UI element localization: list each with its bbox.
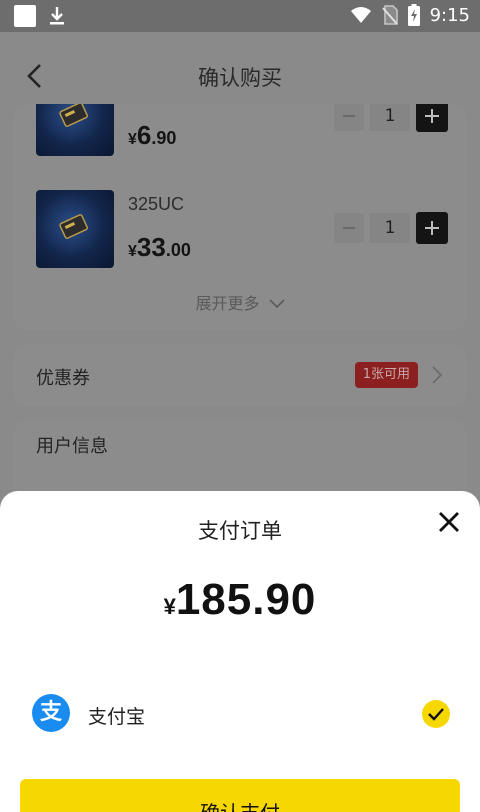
- quantity-value[interactable]: 1: [370, 104, 410, 131]
- coupon-row[interactable]: 优惠券 1张可用: [14, 344, 466, 406]
- uc-cards-icon: [59, 104, 89, 127]
- download-icon: [50, 7, 64, 25]
- chevron-right-icon: [432, 366, 442, 384]
- uc-cards-icon: [59, 214, 89, 239]
- product-item: ¥6.90 1: [36, 104, 448, 158]
- product-name: 325UC: [128, 194, 185, 214]
- decrease-quantity-button[interactable]: [334, 213, 364, 243]
- battery-charging-icon: [407, 4, 420, 26]
- payment-method-alipay[interactable]: 支 支付宝: [32, 694, 450, 734]
- product-list-card: ¥6.90 1 325UC ¥33.00 1 展开更多: [14, 104, 466, 330]
- increase-quantity-button[interactable]: [416, 104, 448, 132]
- payment-bottom-sheet: 支付订单 ¥185.90 支 支付宝 确认支付: [0, 491, 480, 812]
- coupon-available-badge: 1张可用: [354, 362, 418, 388]
- sheet-title: 支付订单: [198, 519, 282, 543]
- confirm-payment-button[interactable]: 确认支付: [20, 779, 460, 812]
- chevron-down-icon: [268, 299, 285, 309]
- page-title: 确认购买: [198, 66, 282, 90]
- payment-method-label: 支付宝: [88, 706, 146, 728]
- close-icon[interactable]: [438, 511, 460, 533]
- quantity-stepper: 1: [334, 104, 448, 132]
- alipay-icon: 支: [32, 694, 70, 732]
- decrease-quantity-button[interactable]: [334, 104, 364, 131]
- clock: 9:15: [429, 4, 470, 26]
- wifi-icon: [350, 7, 371, 23]
- product-price: ¥6.90: [128, 120, 177, 150]
- increase-quantity-button[interactable]: [416, 212, 448, 244]
- coupon-label: 优惠券: [36, 368, 90, 389]
- product-thumbnail: [36, 104, 114, 156]
- product-price: ¥33.00: [128, 232, 191, 262]
- status-bar: 9:15: [0, 0, 480, 32]
- no-sim-icon: [381, 5, 398, 25]
- notification-app-icon: [14, 5, 36, 27]
- expand-more-link[interactable]: 展开更多: [14, 290, 466, 314]
- product-item: 325UC ¥33.00 1: [36, 190, 448, 270]
- user-info-label: 用户信息: [36, 436, 108, 457]
- product-thumbnail: [36, 190, 114, 268]
- payment-amount: ¥185.90: [163, 575, 317, 624]
- quantity-value[interactable]: 1: [370, 213, 410, 243]
- selected-check-icon[interactable]: [422, 700, 450, 728]
- quantity-stepper: 1: [334, 212, 448, 244]
